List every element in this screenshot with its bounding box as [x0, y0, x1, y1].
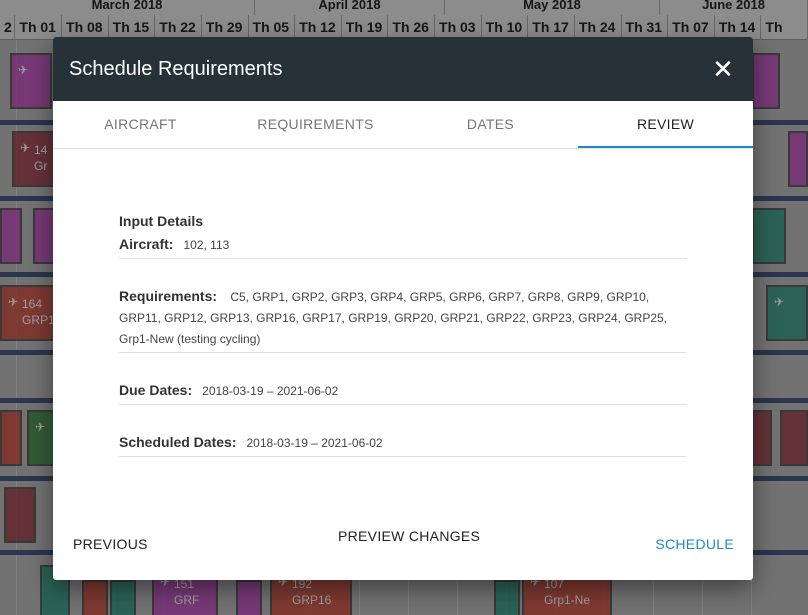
tab-aircraft[interactable]: AIRCRAFT [53, 101, 228, 148]
dialog-title: Schedule Requirements [69, 57, 283, 80]
tab-requirements[interactable]: REQUIREMENTS [228, 101, 403, 148]
schedule-button[interactable]: SCHEDULE [655, 536, 734, 552]
requirements-row: Requirements: C5, GRP1, GRP2, GRP3, GRP4… [119, 287, 687, 353]
tab-bar: AIRCRAFT REQUIREMENTS DATES REVIEW [53, 101, 753, 149]
due-dates-label: Due Dates: [119, 382, 193, 398]
tab-dates[interactable]: DATES [403, 101, 578, 148]
tab-review[interactable]: REVIEW [578, 101, 753, 148]
requirements-label: Requirements: [119, 288, 218, 304]
schedule-requirements-dialog: Schedule Requirements ✕ AIRCRAFT REQUIRE… [53, 37, 753, 580]
preview-changes-button[interactable]: PREVIEW CHANGES [338, 528, 480, 544]
dialog-header: Schedule Requirements ✕ [53, 37, 753, 101]
scheduled-dates-row: Scheduled Dates: 2018-03-19 – 2021-06-02 [119, 433, 687, 457]
due-dates-value: 2018-03-19 – 2021-06-02 [202, 384, 339, 398]
due-dates-row: Due Dates: 2018-03-19 – 2021-06-02 [119, 381, 687, 405]
section-title: Input Details [119, 213, 204, 229]
scheduled-dates-value: 2018-03-19 – 2021-06-02 [246, 436, 383, 450]
close-icon[interactable]: ✕ [711, 56, 735, 82]
review-content: Input Details Aircraft: 102, 113 Requirem… [119, 213, 687, 485]
dialog-footer: PREVIOUS PREVIEW CHANGES SCHEDULE [53, 525, 753, 565]
aircraft-value: 102, 113 [183, 238, 230, 252]
aircraft-row: Aircraft: 102, 113 [119, 235, 687, 259]
previous-button[interactable]: PREVIOUS [73, 536, 148, 552]
aircraft-label: Aircraft: [119, 236, 174, 252]
scheduled-dates-label: Scheduled Dates: [119, 434, 237, 450]
